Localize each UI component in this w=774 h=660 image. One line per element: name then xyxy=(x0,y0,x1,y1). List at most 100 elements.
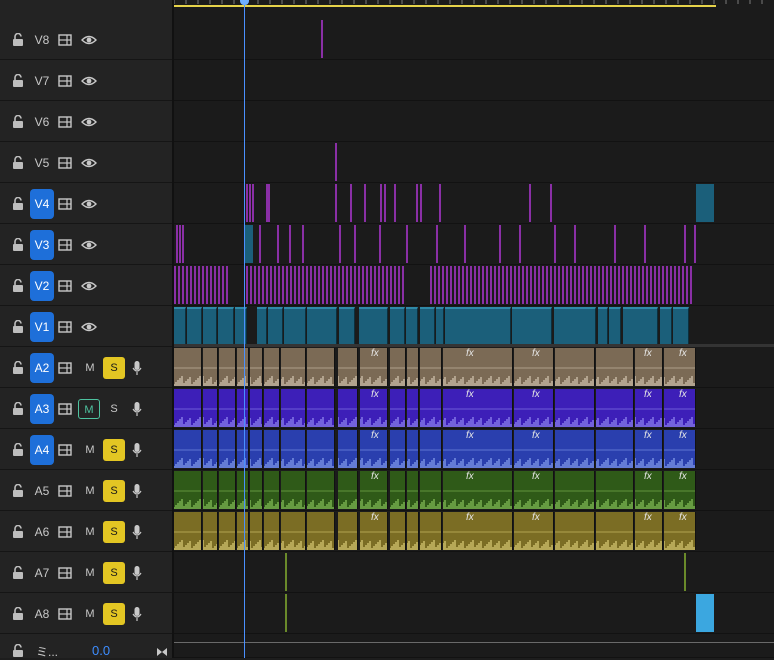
track-target-button[interactable]: A2 xyxy=(30,352,54,383)
video-audio-separator[interactable] xyxy=(174,344,774,347)
track-target-button[interactable]: V8 xyxy=(30,25,54,55)
video-clip[interactable] xyxy=(254,266,256,304)
video-clip[interactable] xyxy=(338,266,340,304)
audio-clip[interactable] xyxy=(443,471,513,509)
video-clip[interactable] xyxy=(598,266,600,304)
sync-lock-icon[interactable] xyxy=(58,443,72,456)
audio-clip[interactable] xyxy=(407,512,419,550)
mix-lane[interactable] xyxy=(174,634,774,658)
audio-clip[interactable] xyxy=(219,389,236,427)
video-clip[interactable] xyxy=(394,184,396,222)
video-clip[interactable] xyxy=(398,266,400,304)
audio-clip[interactable] xyxy=(174,512,202,550)
video-clip[interactable] xyxy=(538,266,540,304)
audio-lane[interactable] xyxy=(174,593,774,634)
lock-icon[interactable] xyxy=(12,196,24,211)
sync-lock-icon[interactable] xyxy=(58,156,72,169)
track-target-button[interactable]: V2 xyxy=(30,270,54,301)
audio-clip[interactable] xyxy=(237,348,249,386)
video-clip[interactable] xyxy=(586,266,588,304)
audio-clip[interactable] xyxy=(237,512,249,550)
video-clip[interactable] xyxy=(278,266,280,304)
solo-button[interactable]: S xyxy=(103,398,125,420)
video-clip[interactable] xyxy=(282,266,284,304)
audio-clip[interactable] xyxy=(307,512,335,550)
audio-clip[interactable] xyxy=(555,430,595,468)
track-target-button[interactable]: V6 xyxy=(30,107,54,137)
eye-icon[interactable] xyxy=(81,75,97,87)
video-lane[interactable] xyxy=(174,142,774,183)
sync-lock-icon[interactable] xyxy=(58,361,72,374)
video-clip[interactable] xyxy=(530,266,532,304)
video-clip[interactable] xyxy=(646,266,648,304)
video-clip[interactable] xyxy=(379,225,381,263)
video-clip[interactable] xyxy=(582,266,584,304)
video-clip[interactable] xyxy=(378,266,380,304)
video-clip[interactable] xyxy=(622,266,624,304)
video-clip[interactable] xyxy=(670,266,672,304)
video-clip[interactable] xyxy=(390,307,405,345)
video-clip[interactable] xyxy=(474,266,476,304)
video-clip[interactable] xyxy=(384,184,386,222)
lock-icon[interactable] xyxy=(12,360,24,375)
video-clip[interactable] xyxy=(266,266,268,304)
video-clip[interactable] xyxy=(450,266,452,304)
video-clip[interactable] xyxy=(370,266,372,304)
lock-icon[interactable] xyxy=(12,565,24,580)
voiceover-mic-icon[interactable] xyxy=(132,401,142,417)
video-lane[interactable] xyxy=(174,183,774,224)
video-clip[interactable] xyxy=(335,143,337,181)
audio-clip[interactable] xyxy=(264,512,280,550)
video-clip[interactable] xyxy=(522,266,524,304)
video-clip[interactable] xyxy=(529,184,531,222)
audio-clip[interactable] xyxy=(264,348,280,386)
sync-lock-icon[interactable] xyxy=(58,115,72,128)
video-clip[interactable] xyxy=(606,266,608,304)
lock-icon[interactable] xyxy=(12,278,24,293)
audio-clip[interactable] xyxy=(250,512,263,550)
video-clip[interactable] xyxy=(434,266,436,304)
audio-clip[interactable] xyxy=(696,594,714,632)
track-target-button[interactable]: A8 xyxy=(30,599,54,629)
video-clip[interactable] xyxy=(402,266,404,304)
video-clip[interactable] xyxy=(289,225,291,263)
audio-clip[interactable] xyxy=(407,471,419,509)
video-clip[interactable] xyxy=(466,266,468,304)
video-clip[interactable] xyxy=(359,307,388,345)
video-clip[interactable] xyxy=(250,266,252,304)
video-clip[interactable] xyxy=(673,307,689,345)
video-clip[interactable] xyxy=(486,266,488,304)
video-clip[interactable] xyxy=(510,266,512,304)
eye-icon[interactable] xyxy=(81,280,97,292)
track-target-button[interactable]: A5 xyxy=(30,476,54,506)
video-clip[interactable] xyxy=(554,225,556,263)
solo-button[interactable]: S xyxy=(103,520,125,543)
video-clip[interactable] xyxy=(458,266,460,304)
lock-icon[interactable] xyxy=(12,114,24,129)
video-clip[interactable] xyxy=(298,266,300,304)
lock-icon[interactable] xyxy=(12,524,24,539)
audio-clip[interactable] xyxy=(407,348,419,386)
video-clip[interactable] xyxy=(174,266,176,304)
video-clip[interactable] xyxy=(302,266,304,304)
mute-button[interactable]: M xyxy=(80,563,100,583)
audio-clip[interactable] xyxy=(264,471,280,509)
video-clip[interactable] xyxy=(534,266,536,304)
video-clip[interactable] xyxy=(259,225,261,263)
sync-lock-icon[interactable] xyxy=(58,525,72,538)
audio-clip[interactable] xyxy=(203,389,218,427)
audio-clip[interactable] xyxy=(420,471,442,509)
audio-clip[interactable] xyxy=(285,594,287,632)
video-clip[interactable] xyxy=(206,266,208,304)
solo-button[interactable]: S xyxy=(103,479,125,502)
video-clip[interactable] xyxy=(322,266,324,304)
video-clip[interactable] xyxy=(284,307,306,345)
video-clip[interactable] xyxy=(550,266,552,304)
eye-icon[interactable] xyxy=(81,34,97,46)
audio-clip[interactable] xyxy=(281,389,306,427)
mix-arrow-icon[interactable] xyxy=(156,646,168,658)
video-clip[interactable] xyxy=(218,266,220,304)
video-clip[interactable] xyxy=(218,307,234,345)
video-clip[interactable] xyxy=(482,266,484,304)
playhead[interactable] xyxy=(244,0,245,658)
